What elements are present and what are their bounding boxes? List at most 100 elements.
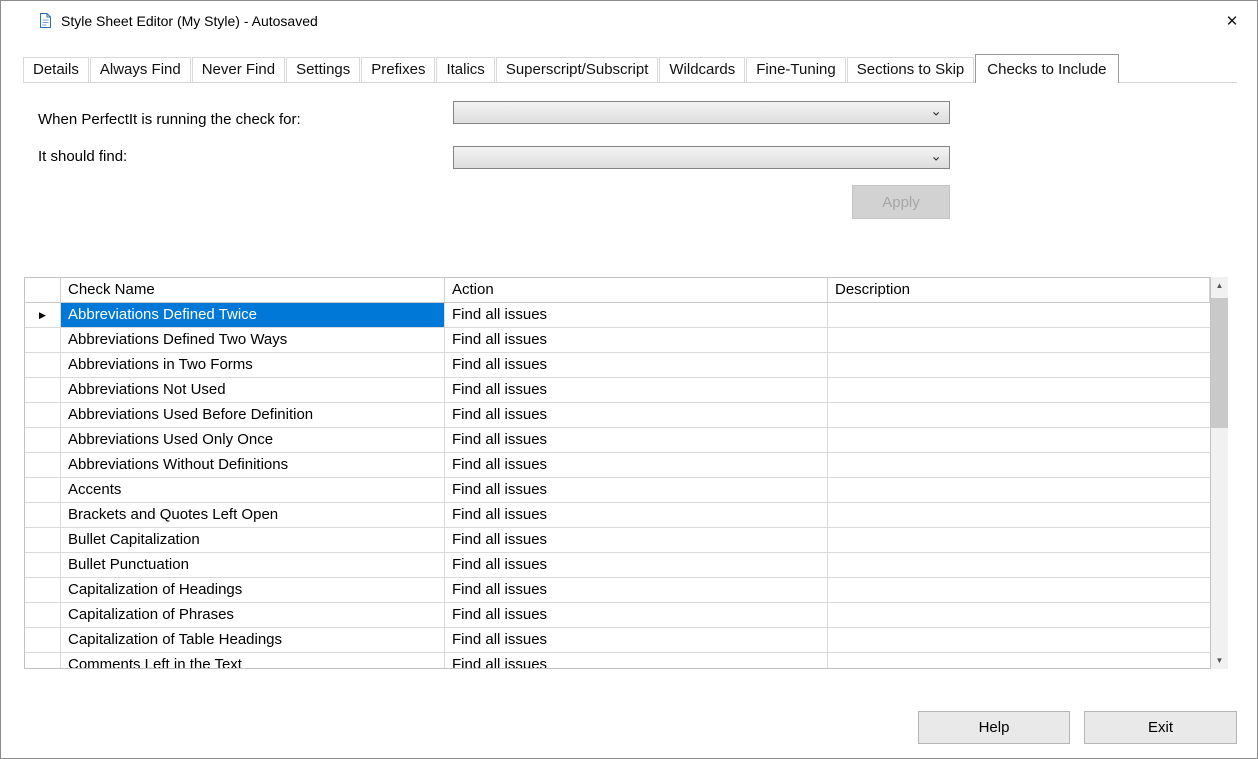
check-name-cell[interactable]: Abbreviations Not Used bbox=[61, 378, 445, 402]
scroll-down-icon[interactable]: ▼ bbox=[1211, 652, 1228, 669]
table-row[interactable]: Abbreviations Defined Two WaysFind all i… bbox=[25, 328, 1210, 353]
tab-italics[interactable]: Italics bbox=[436, 57, 494, 82]
check-name-cell[interactable]: Abbreviations Defined Two Ways bbox=[61, 328, 445, 352]
action-cell[interactable]: Find all issues bbox=[445, 478, 828, 502]
table-row[interactable]: Capitalization of Table HeadingsFind all… bbox=[25, 628, 1210, 653]
row-selector-icon[interactable] bbox=[25, 603, 61, 627]
action-cell[interactable]: Find all issues bbox=[445, 403, 828, 427]
description-cell[interactable] bbox=[828, 653, 1210, 669]
table-row[interactable]: Capitalization of PhrasesFind all issues bbox=[25, 603, 1210, 628]
tab-details[interactable]: Details bbox=[23, 57, 89, 82]
table-row[interactable]: Capitalization of HeadingsFind all issue… bbox=[25, 578, 1210, 603]
description-cell[interactable] bbox=[828, 403, 1210, 427]
check-name-cell[interactable]: Abbreviations in Two Forms bbox=[61, 353, 445, 377]
description-cell[interactable] bbox=[828, 453, 1210, 477]
tab-prefixes[interactable]: Prefixes bbox=[361, 57, 435, 82]
action-cell[interactable]: Find all issues bbox=[445, 578, 828, 602]
description-cell[interactable] bbox=[828, 328, 1210, 352]
row-selector-icon[interactable]: ▶ bbox=[25, 303, 61, 327]
tab-sections-to-skip[interactable]: Sections to Skip bbox=[847, 57, 975, 82]
description-cell[interactable] bbox=[828, 528, 1210, 552]
table-row[interactable]: Brackets and Quotes Left OpenFind all is… bbox=[25, 503, 1210, 528]
should-find-label: It should find: bbox=[38, 148, 127, 165]
check-name-cell[interactable]: Bullet Capitalization bbox=[61, 528, 445, 552]
table-row[interactable]: Abbreviations in Two FormsFind all issue… bbox=[25, 353, 1210, 378]
tab-fine-tuning[interactable]: Fine-Tuning bbox=[746, 57, 845, 82]
action-cell[interactable]: Find all issues bbox=[445, 603, 828, 627]
row-selector-icon[interactable] bbox=[25, 428, 61, 452]
row-selector-icon[interactable] bbox=[25, 553, 61, 577]
action-cell[interactable]: Find all issues bbox=[445, 528, 828, 552]
table-row[interactable]: Abbreviations Without DefinitionsFind al… bbox=[25, 453, 1210, 478]
row-selector-icon[interactable] bbox=[25, 503, 61, 527]
check-name-cell[interactable]: Bullet Punctuation bbox=[61, 553, 445, 577]
table-row[interactable]: Bullet PunctuationFind all issues bbox=[25, 553, 1210, 578]
row-selector-icon[interactable] bbox=[25, 653, 61, 669]
vertical-scrollbar[interactable]: ▲ ▼ bbox=[1211, 277, 1228, 669]
description-cell[interactable] bbox=[828, 378, 1210, 402]
row-selector-icon[interactable] bbox=[25, 353, 61, 377]
action-cell[interactable]: Find all issues bbox=[445, 303, 828, 327]
column-header-check-name[interactable]: Check Name bbox=[61, 278, 445, 302]
table-row[interactable]: ▶Abbreviations Defined TwiceFind all iss… bbox=[25, 303, 1210, 328]
action-cell[interactable]: Find all issues bbox=[445, 353, 828, 377]
tab-checks-to-include[interactable]: Checks to Include bbox=[975, 54, 1118, 83]
table-row[interactable]: Comments Left in the TextFind all issues bbox=[25, 653, 1210, 669]
tab-settings[interactable]: Settings bbox=[286, 57, 360, 82]
action-cell[interactable]: Find all issues bbox=[445, 553, 828, 577]
tab-superscript-subscript[interactable]: Superscript/Subscript bbox=[496, 57, 659, 82]
check-name-cell[interactable]: Abbreviations Defined Twice bbox=[61, 303, 445, 327]
row-selector-icon[interactable] bbox=[25, 378, 61, 402]
scrollbar-thumb[interactable] bbox=[1211, 298, 1228, 428]
apply-button[interactable]: Apply bbox=[852, 185, 950, 219]
description-cell[interactable] bbox=[828, 303, 1210, 327]
check-name-cell[interactable]: Capitalization of Table Headings bbox=[61, 628, 445, 652]
close-icon[interactable]: ✕ bbox=[1219, 9, 1245, 35]
table-row[interactable]: Abbreviations Used Before DefinitionFind… bbox=[25, 403, 1210, 428]
check-name-cell[interactable]: Accents bbox=[61, 478, 445, 502]
description-cell[interactable] bbox=[828, 353, 1210, 377]
action-cell[interactable]: Find all issues bbox=[445, 503, 828, 527]
should-find-dropdown[interactable]: ⌄ bbox=[453, 146, 950, 169]
description-cell[interactable] bbox=[828, 553, 1210, 577]
table-row[interactable]: Abbreviations Not UsedFind all issues bbox=[25, 378, 1210, 403]
description-cell[interactable] bbox=[828, 603, 1210, 627]
table-row[interactable]: Bullet CapitalizationFind all issues bbox=[25, 528, 1210, 553]
table-row[interactable]: Abbreviations Used Only OnceFind all iss… bbox=[25, 428, 1210, 453]
row-selector-icon[interactable] bbox=[25, 578, 61, 602]
description-cell[interactable] bbox=[828, 578, 1210, 602]
check-name-cell[interactable]: Abbreviations Used Only Once bbox=[61, 428, 445, 452]
table-row[interactable]: AccentsFind all issues bbox=[25, 478, 1210, 503]
scroll-up-icon[interactable]: ▲ bbox=[1211, 277, 1228, 294]
column-header-action[interactable]: Action bbox=[445, 278, 828, 302]
help-button[interactable]: Help bbox=[918, 711, 1070, 744]
row-selector-icon[interactable] bbox=[25, 628, 61, 652]
row-selector-icon[interactable] bbox=[25, 403, 61, 427]
check-name-cell[interactable]: Abbreviations Used Before Definition bbox=[61, 403, 445, 427]
check-name-cell[interactable]: Capitalization of Headings bbox=[61, 578, 445, 602]
tab-always-find[interactable]: Always Find bbox=[90, 57, 191, 82]
row-selector-icon[interactable] bbox=[25, 478, 61, 502]
column-header-description[interactable]: Description bbox=[828, 278, 1210, 302]
description-cell[interactable] bbox=[828, 628, 1210, 652]
action-cell[interactable]: Find all issues bbox=[445, 428, 828, 452]
tab-never-find[interactable]: Never Find bbox=[192, 57, 285, 82]
running-check-dropdown[interactable]: ⌄ bbox=[453, 101, 950, 124]
action-cell[interactable]: Find all issues bbox=[445, 378, 828, 402]
check-name-cell[interactable]: Comments Left in the Text bbox=[61, 653, 445, 669]
action-cell[interactable]: Find all issues bbox=[445, 628, 828, 652]
row-selector-icon[interactable] bbox=[25, 528, 61, 552]
action-cell[interactable]: Find all issues bbox=[445, 328, 828, 352]
description-cell[interactable] bbox=[828, 503, 1210, 527]
action-cell[interactable]: Find all issues bbox=[445, 453, 828, 477]
check-name-cell[interactable]: Abbreviations Without Definitions bbox=[61, 453, 445, 477]
row-selector-icon[interactable] bbox=[25, 328, 61, 352]
description-cell[interactable] bbox=[828, 428, 1210, 452]
description-cell[interactable] bbox=[828, 478, 1210, 502]
check-name-cell[interactable]: Brackets and Quotes Left Open bbox=[61, 503, 445, 527]
row-selector-icon[interactable] bbox=[25, 453, 61, 477]
action-cell[interactable]: Find all issues bbox=[445, 653, 828, 669]
tab-wildcards[interactable]: Wildcards bbox=[659, 57, 745, 82]
exit-button[interactable]: Exit bbox=[1084, 711, 1237, 744]
check-name-cell[interactable]: Capitalization of Phrases bbox=[61, 603, 445, 627]
